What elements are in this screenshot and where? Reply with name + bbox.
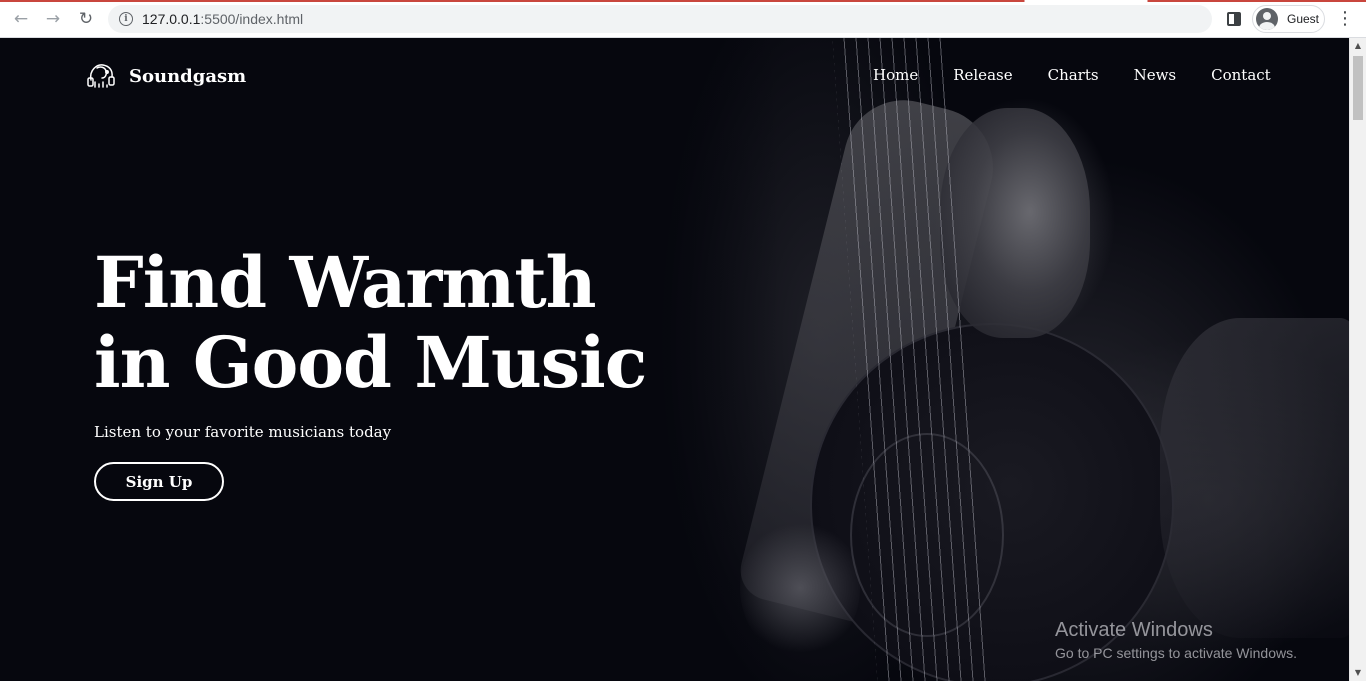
reload-icon[interactable]: ↻ <box>75 8 97 30</box>
site-header: Soundgasm Home Release Charts News Conta… <box>0 38 1349 116</box>
profile-name: Guest <box>1287 12 1320 26</box>
nav-item-release[interactable]: Release <box>953 66 1012 84</box>
side-panel-icon[interactable] <box>1227 12 1241 26</box>
photo-head <box>940 108 1090 338</box>
watermark-title: Activate Windows <box>1055 619 1213 641</box>
brand-link[interactable]: Soundgasm <box>85 60 246 92</box>
nav-item-home[interactable]: Home <box>873 66 918 84</box>
scrollbar-thumb[interactable] <box>1353 56 1363 120</box>
browser-toolbar: ← → ↻ i 127.0.0.1:5500/index.html Guest … <box>0 0 1366 38</box>
address-url[interactable]: 127.0.0.1:5500/index.html <box>142 11 303 27</box>
nav-item-news[interactable]: News <box>1134 66 1177 84</box>
page-scrollbar[interactable]: ▲ ▼ <box>1349 38 1366 681</box>
main-nav: Home Release Charts News Contact <box>873 66 1271 84</box>
sign-up-button[interactable]: Sign Up <box>94 462 224 501</box>
hero-subtitle: Listen to your favorite musicians today <box>94 423 392 441</box>
tab-strip-accent <box>0 0 1366 2</box>
hero-background-photo <box>560 38 1349 681</box>
activate-windows-watermark: Activate Windows Go to PC settings to ac… <box>1055 618 1297 664</box>
nav-item-charts[interactable]: Charts <box>1048 66 1099 84</box>
scroll-down-arrow-icon[interactable]: ▼ <box>1350 665 1366 681</box>
info-icon[interactable]: i <box>119 12 133 26</box>
profile-button[interactable]: Guest <box>1252 5 1325 33</box>
url-host: 127.0.0.1 <box>142 11 201 27</box>
elephant-headphones-logo-icon <box>85 60 117 92</box>
kebab-menu-icon[interactable]: ⋮ <box>1336 9 1354 29</box>
watermark-subtitle: Go to PC settings to activate Windows. <box>1055 645 1297 661</box>
nav-item-contact[interactable]: Contact <box>1211 66 1271 84</box>
photo-hand <box>740 518 860 658</box>
brand-name: Soundgasm <box>129 65 247 87</box>
photo-shoulder <box>1160 318 1349 638</box>
scroll-up-arrow-icon[interactable]: ▲ <box>1350 38 1366 54</box>
hero-title-line-2: in Good Music <box>94 321 647 404</box>
hero-title-line-1: Find Warmth <box>94 241 597 324</box>
arrow-left-icon[interactable]: ← <box>10 8 32 30</box>
page-viewport: Soundgasm Home Release Charts News Conta… <box>0 38 1349 681</box>
avatar <box>1256 8 1278 30</box>
address-bar[interactable]: i 127.0.0.1:5500/index.html <box>108 5 1212 33</box>
url-path: :5500/index.html <box>200 11 304 27</box>
hero-title: Find Warmth in Good Music <box>94 241 647 404</box>
arrow-right-icon[interactable]: → <box>42 8 64 30</box>
